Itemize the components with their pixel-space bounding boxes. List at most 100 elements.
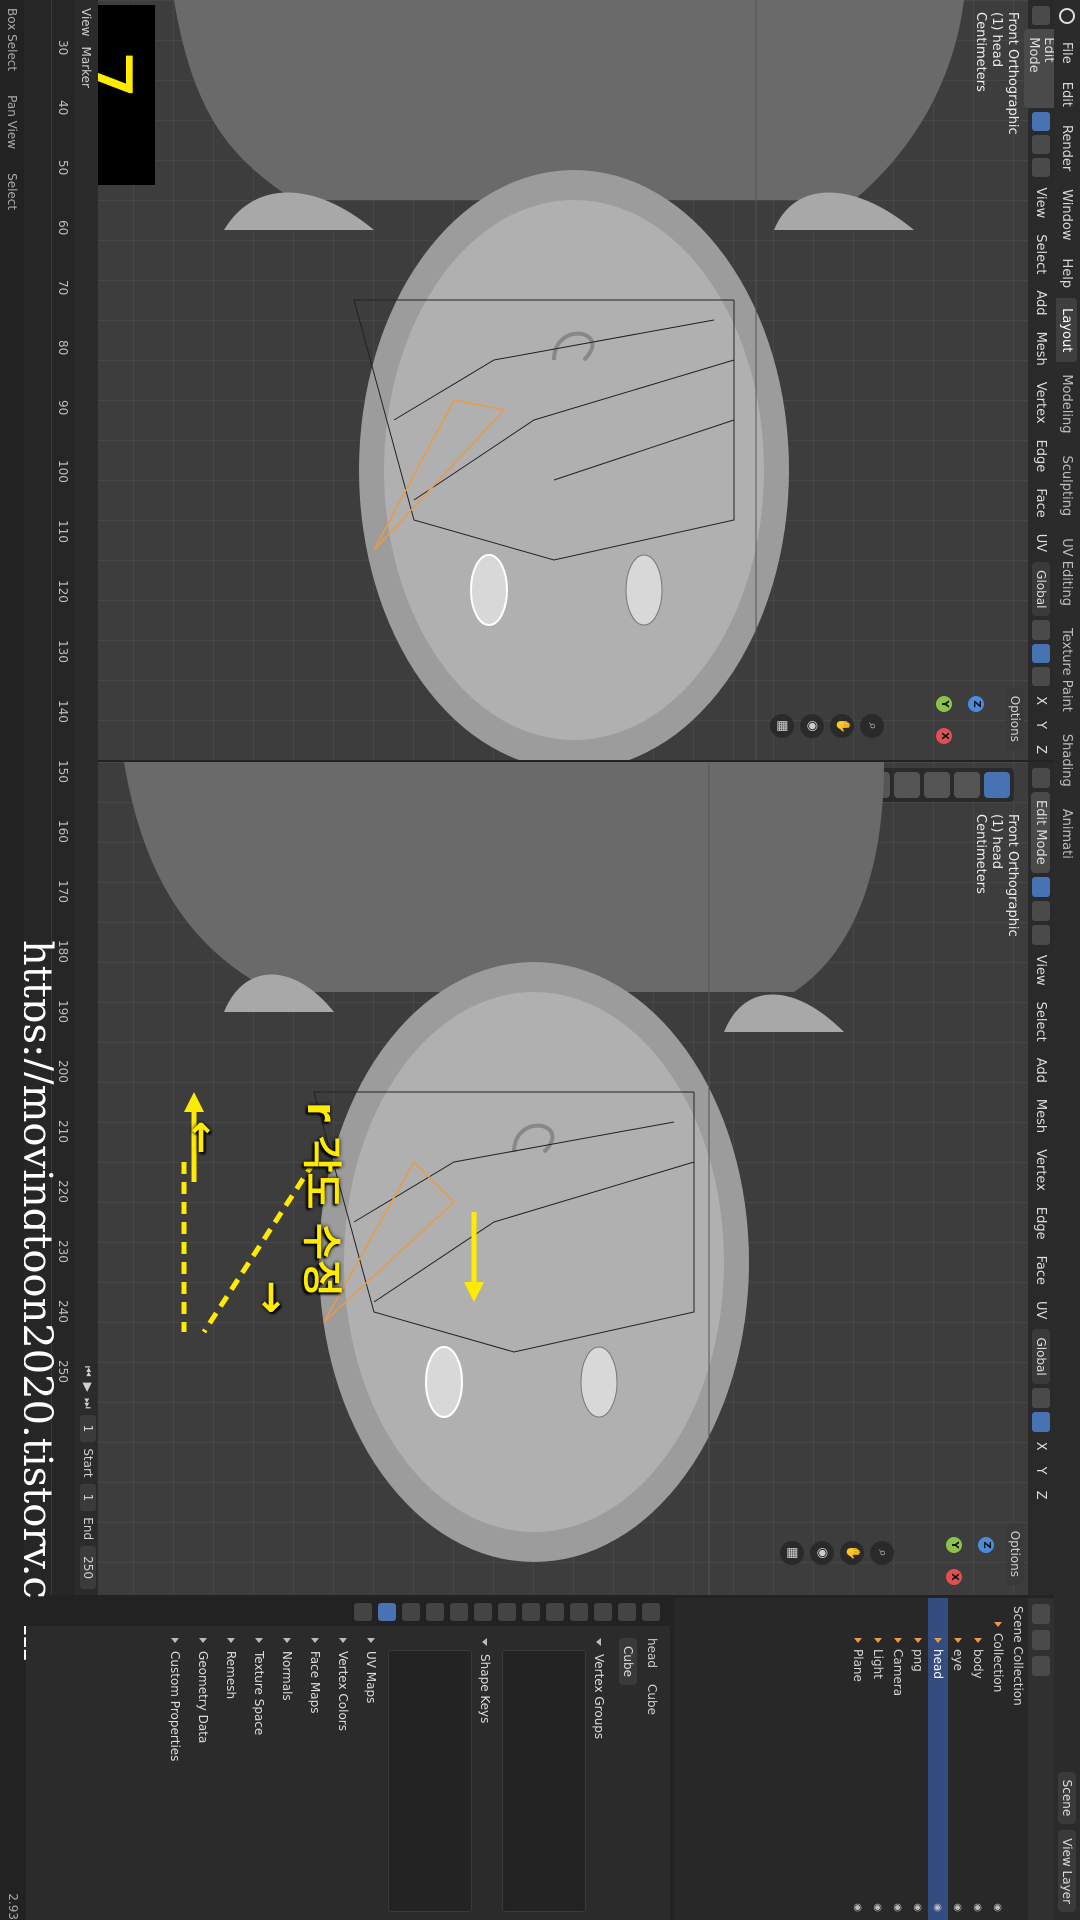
tool-tab-icon[interactable] [642,1603,660,1621]
timeline-menu-view[interactable]: View [79,8,93,36]
viewport-before[interactable]: Edit Mode View Select Add Mesh Vertex Ed… [98,0,1054,760]
closed-panels: UV Maps Vertex Colors Face Maps Normals Text… [164,1638,382,1912]
zoom-icon-2[interactable]: ⌕ [870,1541,894,1565]
visibility-eye-icon[interactable]: ◉ [873,1903,884,1912]
filter-icon[interactable] [1032,1630,1050,1650]
view-layer-selector[interactable]: View Layer [1058,1830,1076,1912]
world-tab-icon[interactable] [522,1603,540,1621]
camera-icon[interactable]: ◉ [800,714,824,738]
scene-tab-icon[interactable] [546,1603,564,1621]
object-type-icon [974,1638,982,1643]
panel-header[interactable]: Geometry Data [192,1638,214,1912]
tab-animation[interactable]: Animati [1057,799,1078,869]
outliner-item[interactable]: body ◉ [968,1598,988,1920]
material-tab-icon[interactable] [354,1603,372,1621]
menu-window[interactable]: Window [1060,181,1075,248]
mesh-datablock-field[interactable]: Cube [619,1638,637,1685]
view-layer-tab-icon[interactable] [570,1603,588,1621]
axis-gizmo-2[interactable]: Y Z X [914,1505,994,1585]
visibility-eye-icon[interactable]: ◉ [853,1903,864,1912]
object-tab-icon[interactable] [498,1603,516,1621]
panel-header[interactable]: Normals [276,1638,298,1912]
zoom-icon[interactable]: ⌕ [860,714,884,738]
head-model-before[interactable] [98,0,1054,760]
tab-layout[interactable]: Layout [1056,298,1078,363]
mesh-data-tab-icon[interactable] [378,1603,396,1621]
panel-header[interactable]: Remesh [220,1638,242,1912]
jump-start-icon[interactable]: ⏮ [81,1366,96,1377]
jump-end-icon[interactable]: ⏭ [81,1398,96,1409]
timeline-menu-marker[interactable]: Marker [79,46,93,87]
panel-header[interactable]: Texture Space [248,1638,270,1912]
outliner[interactable]: Scene Collection Collection ◉ body ◉ eye ◉ hea… [674,1598,1054,1920]
outliner-item[interactable]: Light ◉ [868,1598,888,1920]
outliner-scene-collection[interactable]: Scene Collection [1008,1598,1028,1920]
tab-shading[interactable]: Shading [1057,724,1078,797]
visibility-eye-icon[interactable]: ◉ [893,1903,904,1912]
ortho-grid-icon[interactable]: ▦ [770,714,794,738]
gizmo-y[interactable]: Y [936,696,952,712]
panel-header[interactable]: Custom Properties [164,1638,186,1912]
object-type-icon [854,1638,862,1643]
outliner-item[interactable]: png ◉ [908,1598,928,1920]
start-frame-field[interactable]: 1 [80,1483,96,1512]
properties-body: head Cube Cube Vertex Groups Shape Keys … [26,1630,670,1920]
visibility-eye-icon[interactable]: ◉ [993,1903,1004,1912]
object-type-icon [874,1638,882,1643]
search-icon[interactable] [1032,1656,1050,1676]
outliner-item[interactable]: Plane ◉ [848,1598,868,1920]
panel-header[interactable]: Vertex Colors [332,1638,354,1912]
menu-render[interactable]: Render [1060,117,1075,179]
menu-edit[interactable]: Edit [1060,74,1075,115]
visibility-eye-icon[interactable]: ◉ [973,1903,984,1912]
tab-texture-paint[interactable]: Texture Paint [1057,618,1078,722]
outliner-item[interactable]: Collection ◉ [988,1598,1008,1920]
gizmo-x-2[interactable]: X [946,1569,962,1585]
outliner-item-label: Light [871,1649,885,1679]
constraints-tab-icon[interactable] [402,1603,420,1621]
panel-vertex-groups[interactable]: Vertex Groups [588,1638,610,1912]
outliner-item-label: Camera [891,1649,905,1697]
axis-gizmo[interactable]: Y Z X [904,664,984,744]
panel-shape-keys[interactable]: Shape Keys [474,1638,496,1912]
particles-tab-icon[interactable] [450,1603,468,1621]
outliner-item[interactable]: head ◉ [928,1598,948,1920]
menu-help[interactable]: Help [1060,251,1075,297]
outliner-item[interactable]: Camera ◉ [888,1598,908,1920]
scene-selector[interactable]: Scene [1058,1771,1076,1825]
viewport-after[interactable]: Edit Mode View Select Add Mesh Vertex Ed… [98,762,1054,1595]
timeline-tick: 140 [56,700,70,723]
display-mode-icon[interactable] [1032,1604,1050,1624]
gizmo-z-2[interactable]: Z [978,1537,994,1553]
render-tab-icon[interactable] [618,1603,636,1621]
panel-header[interactable]: UV Maps [360,1638,382,1912]
blender-logo-icon[interactable] [1059,8,1075,24]
camera-icon-2[interactable]: ◉ [810,1541,834,1565]
blender-window: File Edit Render Window Help Layout Mode… [0,0,1080,1920]
play-icon[interactable]: ▶ [81,1383,95,1392]
tab-uv-editing[interactable]: UV Editing [1057,528,1078,616]
menu-file[interactable]: File [1060,34,1075,72]
current-frame-field[interactable]: 1 [80,1414,96,1443]
modifier-tab-icon[interactable] [474,1603,492,1621]
properties-editor[interactable]: head Cube Cube Vertex Groups Shape Keys … [16,1598,670,1920]
outliner-item[interactable]: eye ◉ [948,1598,968,1920]
gizmo-x[interactable]: X [936,728,952,744]
panel-header[interactable]: Face Maps [304,1638,326,1912]
ortho-grid-icon-2[interactable]: ▦ [780,1541,804,1565]
physics-tab-icon[interactable] [426,1603,444,1621]
head-model-after[interactable] [98,762,1054,1595]
tab-modeling[interactable]: Modeling [1057,364,1078,443]
visibility-eye-icon[interactable]: ◉ [913,1903,924,1912]
pan-hand-icon-2[interactable]: ✋ [840,1541,864,1565]
pan-hand-icon[interactable]: ✋ [830,714,854,738]
tab-sculpting[interactable]: Sculpting [1057,445,1078,526]
end-frame-field[interactable]: 250 [80,1546,96,1589]
visibility-eye-icon[interactable]: ◉ [953,1903,964,1912]
gizmo-y-2[interactable]: Y [946,1537,962,1553]
shape-keys-list[interactable] [388,1650,472,1912]
gizmo-z[interactable]: Z [968,696,984,712]
output-tab-icon[interactable] [594,1603,612,1621]
visibility-eye-icon[interactable]: ◉ [933,1903,944,1912]
vertex-groups-list[interactable] [502,1650,586,1912]
